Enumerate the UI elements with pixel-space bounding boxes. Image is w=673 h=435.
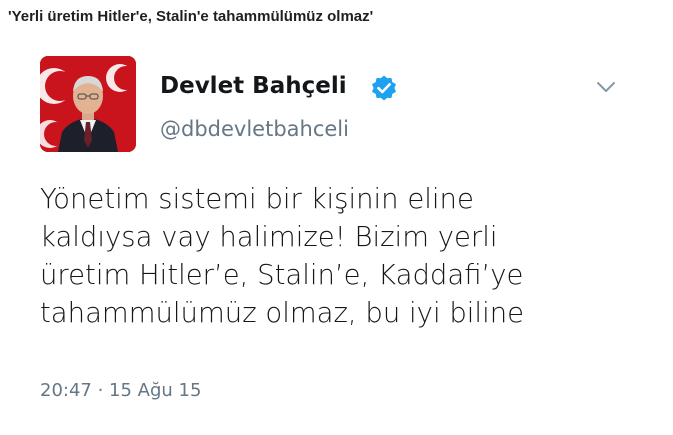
article-headline: 'Yerli üretim Hitler'e, Stalin'e tahammü… xyxy=(8,8,374,25)
tweet-text-line: üretim Hitler’e, Stalin’e, Kaddafi’ye xyxy=(40,259,524,291)
avatar[interactable] xyxy=(40,56,136,152)
tweet-text-line: kaldıysa vay halimize! Bizim yerli xyxy=(40,221,498,253)
author-display-name[interactable]: Devlet Bahçeli xyxy=(160,73,347,99)
tweet-text-line: Yönetim sistemi bir kişinin eline xyxy=(40,183,474,215)
tweet-text-line: tahammülümüz olmaz, bu iyi biline xyxy=(40,297,525,329)
tweet-card: Devlet Bahçeli @dbdevletbahceli Yönetim … xyxy=(0,34,673,435)
verified-badge-icon xyxy=(372,75,396,101)
chevron-down-icon[interactable] xyxy=(596,80,616,94)
tweet-text: Yönetim sistemi bir kişinin eline kaldıy… xyxy=(40,180,640,332)
tweet-timestamp[interactable]: 20:47 · 15 Ağu 15 xyxy=(40,380,201,401)
avatar-image xyxy=(40,56,136,152)
author-handle[interactable]: @dbdevletbahceli xyxy=(160,117,349,141)
